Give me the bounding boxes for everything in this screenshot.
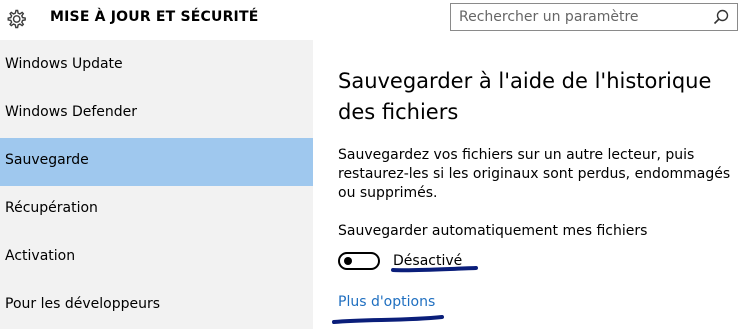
sidebar-item-label: Pour les développeurs	[5, 296, 160, 312]
toggle-state-label: Désactivé	[393, 253, 463, 269]
sidebar-item-windows-update[interactable]: Windows Update	[0, 42, 313, 90]
search-icon[interactable]	[713, 9, 729, 25]
sidebar-item-activation[interactable]: Activation	[0, 234, 313, 282]
sidebar-item-windows-defender[interactable]: Windows Defender	[0, 90, 313, 138]
sidebar: Windows Update Windows Defender Sauvegar…	[0, 40, 313, 329]
sidebar-item-label: Windows Defender	[5, 104, 138, 120]
settings-window: MISE À JOUR ET SÉCURITÉ Windows Update W…	[0, 0, 742, 329]
backup-description: Sauvegardez vos fichiers sur un autre le…	[338, 147, 731, 201]
sidebar-item-label: Sauvegarde	[5, 152, 89, 168]
sidebar-item-sauvegarde[interactable]: Sauvegarde	[0, 138, 313, 186]
sidebar-item-developpeurs[interactable]: Pour les développeurs	[0, 282, 313, 329]
search-input[interactable]	[459, 4, 709, 30]
toggle-knob	[344, 257, 352, 265]
page-header-title: MISE À JOUR ET SÉCURITÉ	[50, 9, 259, 25]
sidebar-item-label: Windows Update	[5, 56, 123, 72]
gear-icon	[7, 9, 26, 29]
main-content: Sauvegarder à l'aide de l'historique des…	[313, 40, 742, 329]
page-title: Sauvegarder à l'aide de l'historique des…	[338, 69, 712, 124]
sidebar-item-label: Récupération	[5, 200, 98, 216]
header: MISE À JOUR ET SÉCURITÉ	[0, 0, 742, 40]
sidebar-item-recuperation[interactable]: Récupération	[0, 186, 313, 234]
more-options-link[interactable]: Plus d'options	[338, 294, 435, 310]
search-box[interactable]	[450, 3, 738, 31]
sidebar-item-label: Activation	[5, 248, 76, 264]
auto-backup-toggle[interactable]	[338, 252, 380, 270]
auto-backup-label: Sauvegarder automatiquement mes fichiers	[338, 223, 648, 239]
